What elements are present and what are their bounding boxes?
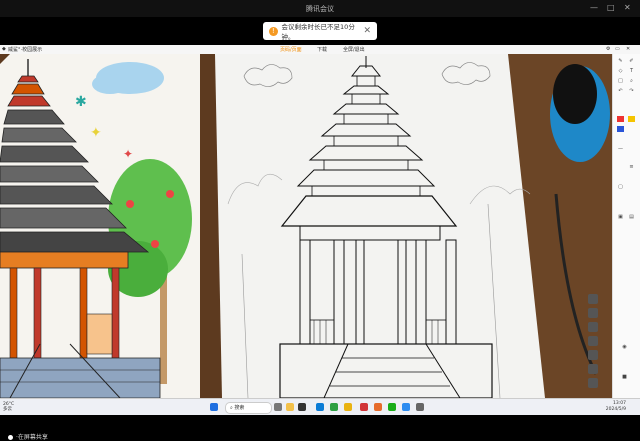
svg-text:✱: ✱ <box>75 94 87 110</box>
tabbar-close-icon[interactable]: ✕ <box>626 46 630 52</box>
meeting-status-bar: ·在屏幕共享 <box>0 415 640 441</box>
toast-close-icon[interactable]: ✕ <box>363 26 371 36</box>
file-explorer-icon[interactable] <box>286 403 294 411</box>
app-icon-2[interactable] <box>344 403 352 411</box>
text-icon[interactable]: T <box>628 68 635 74</box>
app-icon-1[interactable] <box>298 403 306 411</box>
taskbar-search[interactable]: ⌕ 搜索 <box>225 402 272 414</box>
search-placeholder: 搜索 <box>234 405 245 411</box>
camera-feed: ✱ ✦ ✦ <box>0 54 612 398</box>
wps-icon[interactable] <box>360 403 368 411</box>
search-icon: ⌕ <box>230 405 233 411</box>
zoom-icon[interactable]: ⌕ <box>628 78 635 84</box>
undo-icon[interactable]: ↶ <box>617 88 624 94</box>
sharer-text: ·在屏幕共享 <box>16 434 48 441</box>
app-icon-4[interactable] <box>416 403 424 411</box>
select-icon[interactable]: ▢ <box>617 184 624 190</box>
clear-icon[interactable]: ▤ <box>628 214 635 220</box>
sharer-avatar-icon <box>8 435 13 440</box>
svg-text:✦: ✦ <box>90 125 102 141</box>
window-title: 腾讯会议 <box>306 5 334 13</box>
windows-taskbar: 26°C 多云 ⌕ 搜索 13:07 2024/5/9 <box>0 398 640 415</box>
weather-desc: 多云 <box>3 407 12 412</box>
tab-fullscreen[interactable]: 全屏/退出 <box>343 46 365 53</box>
tencent-meeting-icon[interactable] <box>402 403 410 411</box>
brush-icon[interactable]: ✐ <box>628 58 635 64</box>
colored-drawing: ✱ ✦ ✦ <box>0 54 200 398</box>
shape-icon[interactable]: □ <box>617 78 624 84</box>
layers-icon[interactable]: ≡ <box>628 164 635 170</box>
clock-time: 13:07 <box>613 401 626 406</box>
warning-icon: ! <box>269 26 278 36</box>
color-red-swatch[interactable] <box>617 116 624 122</box>
maximize-icon[interactable]: □ <box>607 3 615 12</box>
tabbar-minimize-icon[interactable]: ▭ <box>615 46 620 52</box>
clock-date: 2024/5/9 <box>605 407 626 412</box>
eraser-icon[interactable]: ◇ <box>617 68 624 74</box>
start-icon[interactable] <box>210 403 218 411</box>
camera-icon[interactable]: ◉ <box>621 344 628 350</box>
meeting-titlebar: 腾讯会议 — □ ✕ <box>0 0 640 17</box>
app-icon-3[interactable] <box>374 403 382 411</box>
settings-icon[interactable]: ⚙ <box>606 46 610 52</box>
drawing-photo: ✱ ✦ ✦ <box>0 54 612 398</box>
redo-icon[interactable]: ↷ <box>628 88 635 94</box>
wechat-icon[interactable] <box>388 403 396 411</box>
sharing-indicator: ·在屏幕共享 <box>8 432 48 441</box>
line-drawing <box>215 54 545 398</box>
toast-text: 会议剩余时长已不足10分钟。 <box>281 23 355 41</box>
taskbar-clock[interactable]: 13:07 2024/5/9 <box>606 401 626 413</box>
task-view-icon[interactable] <box>274 403 282 411</box>
minimize-icon[interactable]: — <box>590 3 598 12</box>
color-blue-swatch[interactable] <box>617 126 624 132</box>
chrome-icon[interactable] <box>330 403 338 411</box>
save-icon[interactable]: ▣ <box>617 214 624 220</box>
weather-widget[interactable]: 26°C 多云 <box>3 402 14 412</box>
app-logo-icon: ◆ <box>2 46 6 52</box>
tab-download[interactable]: 下载 <box>317 46 327 53</box>
size-slider-icon[interactable]: — <box>617 146 624 152</box>
video-icon[interactable]: ■ <box>621 374 628 380</box>
time-warning-toast: ! 会议剩余时长已不足10分钟。 ✕ <box>263 22 377 41</box>
edge-icon[interactable] <box>316 403 324 411</box>
color-yellow-swatch[interactable] <box>628 116 635 122</box>
svg-text:✦: ✦ <box>123 147 133 161</box>
close-window-icon[interactable]: ✕ <box>624 3 631 12</box>
shared-screen: ◆ 威鲨°·校园展示 页码/页面 下载 全屏/退出 ⚙ ▭ ✕ ✱ ✦ ✦ ✎ … <box>0 45 640 415</box>
pen-icon[interactable]: ✎ <box>617 58 624 64</box>
inner-app-title: 威鲨°·校园展示 <box>8 47 43 53</box>
annotation-toolbar: ✎ ✐ ◇ T □ ⌕ ↶ ↷ — ≡ ▢ ▣ ▤ ◉ ■ <box>612 54 640 398</box>
tab-pages[interactable]: 页码/页面 <box>280 46 302 53</box>
